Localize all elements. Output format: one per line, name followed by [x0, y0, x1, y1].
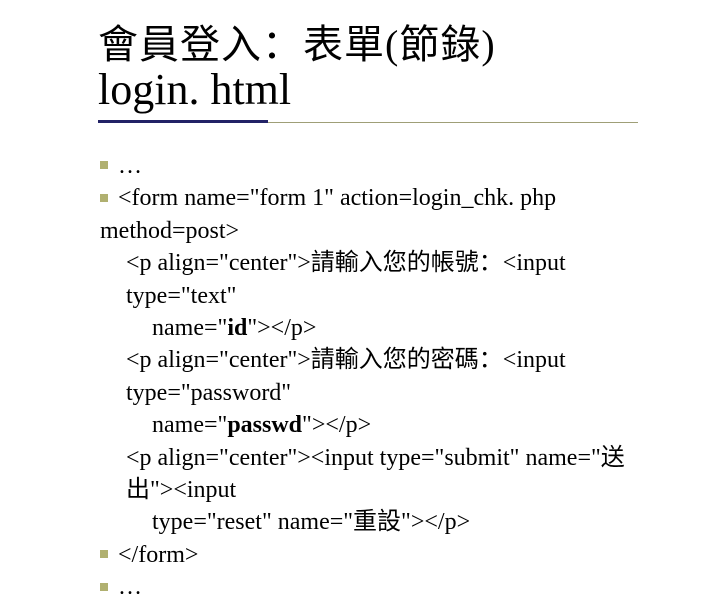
underline-thick	[98, 120, 268, 123]
text: <p align="center"><input type="submit" n…	[126, 445, 625, 503]
text: type="reset" name="重設"></p>	[152, 509, 470, 535]
text: <p align="center">請輸入您的帳號：<input type="t…	[126, 250, 572, 308]
text: …	[118, 153, 142, 179]
text: </form>	[118, 542, 198, 568]
text-suffix: "></p>	[247, 315, 316, 341]
text-prefix: name="	[152, 315, 227, 341]
text-prefix: name="	[152, 412, 227, 438]
body-line-ellipsis-top: …	[100, 150, 640, 182]
text: <form name="form 1" action=login_chk. ph…	[100, 185, 562, 243]
text: …	[118, 574, 142, 600]
slide-title: 會員登入：表單(節錄) login. html	[98, 22, 496, 114]
title-line-1: 會員登入：表單(節錄)	[98, 22, 496, 68]
title-line-2: login. html	[98, 66, 496, 114]
body-line-p3-b: type="reset" name="重設"></p>	[100, 506, 640, 538]
text-suffix: "></p>	[302, 412, 371, 438]
body-line-p2-b: name="passwd"></p>	[100, 409, 640, 441]
bullet-icon	[100, 161, 108, 169]
text-bold-passwd: passwd	[227, 412, 302, 438]
body-line-p2-a: <p align="center">請輸入您的密碼：<input type="p…	[100, 344, 640, 409]
body-line-form-open: <form name="form 1" action=login_chk. ph…	[100, 182, 640, 247]
slide: 會員登入：表單(節錄) login. html … <form name="fo…	[0, 0, 720, 540]
bullet-icon	[100, 194, 108, 202]
body-line-ellipsis-bottom: …	[100, 571, 640, 603]
slide-body: … <form name="form 1" action=login_chk. …	[100, 150, 640, 603]
bullet-icon	[100, 583, 108, 591]
text-bold-id: id	[227, 315, 247, 341]
body-line-p1-a: <p align="center">請輸入您的帳號：<input type="t…	[100, 247, 640, 312]
body-line-p1-b: name="id"></p>	[100, 312, 640, 344]
bullet-icon	[100, 550, 108, 558]
body-line-form-close: </form>	[100, 539, 640, 571]
body-line-p3-a: <p align="center"><input type="submit" n…	[100, 442, 640, 507]
text: <p align="center">請輸入您的密碼：<input type="p…	[126, 347, 572, 405]
title-underline	[98, 120, 648, 126]
